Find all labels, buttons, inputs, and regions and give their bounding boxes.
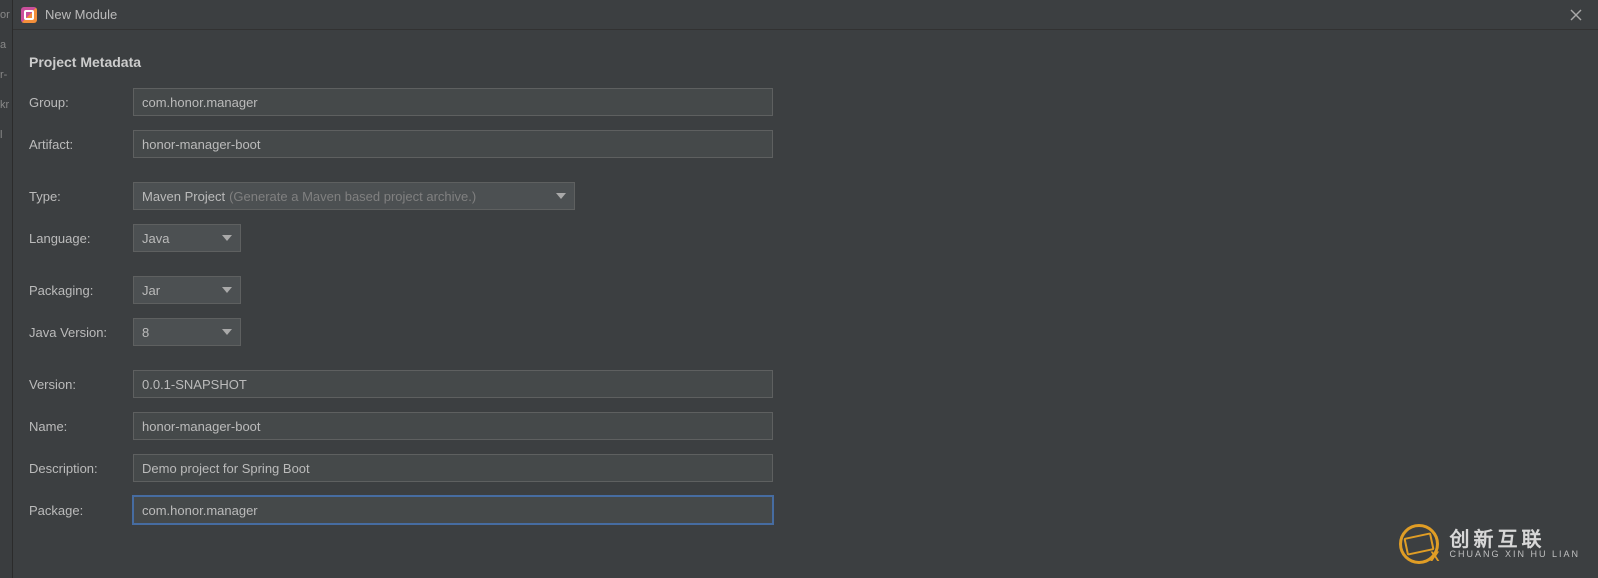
section-title: Project Metadata (29, 54, 1582, 70)
titlebar: New Module (13, 0, 1598, 30)
watermark-en: CHUANG XIN HU LIAN (1449, 550, 1580, 559)
packaging-select-value: Jar (142, 283, 160, 298)
dialog-title: New Module (45, 7, 117, 22)
obscured-panel: or a r- kr l (0, 0, 12, 578)
watermark-logo: 创新互联 CHUANG XIN HU LIAN (1399, 524, 1580, 564)
close-button[interactable] (1562, 4, 1590, 26)
language-select-value: Java (142, 231, 169, 246)
label-group: Group: (29, 95, 133, 110)
chevron-down-icon (556, 193, 566, 199)
group-input[interactable] (133, 88, 773, 116)
label-description: Description: (29, 461, 133, 476)
new-module-dialog: New Module Project Metadata Group: Artif… (12, 0, 1598, 578)
intellij-icon (21, 7, 37, 23)
watermark-icon (1399, 524, 1439, 564)
close-icon (1570, 9, 1582, 21)
chevron-down-icon (222, 235, 232, 241)
label-type: Type: (29, 189, 133, 204)
label-name: Name: (29, 419, 133, 434)
label-package: Package: (29, 503, 133, 518)
row-package: Package: (29, 496, 1582, 524)
description-input[interactable] (133, 454, 773, 482)
row-artifact: Artifact: (29, 130, 1582, 158)
version-input[interactable] (133, 370, 773, 398)
chevron-down-icon (222, 287, 232, 293)
language-select[interactable]: Java (133, 224, 241, 252)
watermark-cn: 创新互联 (1449, 530, 1580, 550)
type-select-hint: (Generate a Maven based project archive.… (229, 189, 476, 204)
package-input[interactable] (133, 496, 773, 524)
chevron-down-icon (222, 329, 232, 335)
row-group: Group: (29, 88, 1582, 116)
dialog-content: Project Metadata Group: Artifact: Type: … (13, 30, 1598, 554)
name-input[interactable] (133, 412, 773, 440)
label-artifact: Artifact: (29, 137, 133, 152)
artifact-input[interactable] (133, 130, 773, 158)
label-language: Language: (29, 231, 133, 246)
java-version-select-value: 8 (142, 325, 149, 340)
row-language: Language: Java (29, 224, 1582, 252)
row-name: Name: (29, 412, 1582, 440)
label-packaging: Packaging: (29, 283, 133, 298)
row-version: Version: (29, 370, 1582, 398)
type-select-value: Maven Project (142, 189, 225, 204)
label-java-version: Java Version: (29, 325, 133, 340)
label-version: Version: (29, 377, 133, 392)
row-type: Type: Maven Project (Generate a Maven ba… (29, 182, 1582, 210)
row-java-version: Java Version: 8 (29, 318, 1582, 346)
java-version-select[interactable]: 8 (133, 318, 241, 346)
packaging-select[interactable]: Jar (133, 276, 241, 304)
watermark-text: 创新互联 CHUANG XIN HU LIAN (1449, 530, 1580, 559)
row-packaging: Packaging: Jar (29, 276, 1582, 304)
type-select[interactable]: Maven Project (Generate a Maven based pr… (133, 182, 575, 210)
row-description: Description: (29, 454, 1582, 482)
